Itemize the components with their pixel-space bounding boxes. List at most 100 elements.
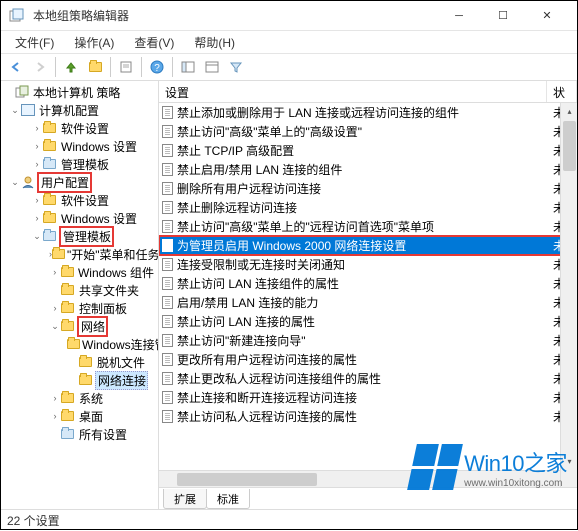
tree-item[interactable]: 脱机文件 bbox=[95, 354, 145, 371]
setting-row[interactable]: 禁止访问私人远程访问连接的属性未 bbox=[159, 407, 577, 426]
policy-icon bbox=[15, 85, 31, 99]
vertical-scrollbar[interactable]: ▴▾ bbox=[560, 103, 577, 487]
setting-icon bbox=[159, 144, 175, 157]
setting-icon bbox=[159, 391, 175, 404]
standard-icon[interactable] bbox=[201, 56, 223, 78]
menu-view[interactable]: 查看(V) bbox=[126, 32, 182, 53]
setting-row[interactable]: 禁止访问 LAN 连接的属性未 bbox=[159, 312, 577, 331]
tab-standard[interactable]: 标准 bbox=[206, 489, 250, 509]
setting-row[interactable]: 启用/禁用 LAN 连接的能力未 bbox=[159, 293, 577, 312]
folder-icon bbox=[61, 319, 77, 333]
folder-icon bbox=[43, 211, 59, 225]
nav-up-button[interactable] bbox=[60, 56, 82, 78]
tree-pane[interactable]: 本地计算机 策略 ⌄计算机配置 ›软件设置 ›Windows 设置 ›管理模板 … bbox=[1, 81, 159, 509]
help-button[interactable]: ? bbox=[146, 56, 168, 78]
close-button[interactable]: ✕ bbox=[525, 2, 569, 30]
setting-label: 为管理员启用 Windows 2000 网络连接设置 bbox=[175, 237, 549, 254]
tree-item[interactable]: 管理模板 bbox=[59, 156, 109, 173]
setting-icon bbox=[159, 182, 175, 195]
menu-help[interactable]: 帮助(H) bbox=[186, 32, 243, 53]
show-tree-button[interactable] bbox=[84, 56, 106, 78]
menu-action[interactable]: 操作(A) bbox=[66, 32, 122, 53]
app-icon bbox=[9, 8, 25, 24]
tree-item[interactable]: Windows 设置 bbox=[59, 138, 137, 155]
settings-list[interactable]: 禁止添加或删除用于 LAN 连接或远程访问连接的组件未禁止访问"高级"菜单上的"… bbox=[159, 103, 577, 487]
folder-icon bbox=[61, 265, 76, 279]
setting-row[interactable]: 禁止删除远程访问连接未 bbox=[159, 198, 577, 217]
folder-icon bbox=[52, 247, 65, 261]
setting-row[interactable]: 禁止启用/禁用 LAN 连接的组件未 bbox=[159, 160, 577, 179]
setting-label: 禁止连接和断开连接远程访问连接 bbox=[175, 389, 549, 406]
tree-item[interactable]: 软件设置 bbox=[59, 120, 109, 137]
setting-label: 禁止 TCP/IP 高级配置 bbox=[175, 142, 549, 159]
setting-row[interactable]: 删除所有用户远程访问连接未 bbox=[159, 179, 577, 198]
horizontal-scrollbar[interactable] bbox=[159, 470, 560, 487]
nav-forward-button bbox=[29, 56, 51, 78]
tree-item[interactable]: 系统 bbox=[77, 390, 103, 407]
folder-icon bbox=[79, 355, 95, 369]
expand-icon[interactable]: ⌄ bbox=[9, 177, 21, 188]
tree-item[interactable]: 共享文件夹 bbox=[77, 282, 139, 299]
setting-row[interactable]: 禁止连接和断开连接远程访问连接未 bbox=[159, 388, 577, 407]
nav-back-button[interactable] bbox=[5, 56, 27, 78]
setting-icon bbox=[159, 372, 175, 385]
setting-row[interactable]: 禁止访问"高级"菜单上的"远程访问首选项"菜单项未 bbox=[159, 217, 577, 236]
setting-row[interactable]: 禁止 TCP/IP 高级配置未 bbox=[159, 141, 577, 160]
setting-row[interactable]: 禁止添加或删除用于 LAN 连接或远程访问连接的组件未 bbox=[159, 103, 577, 122]
setting-label: 启用/禁用 LAN 连接的能力 bbox=[175, 294, 549, 311]
setting-label: 禁止更改私人远程访问连接组件的属性 bbox=[175, 370, 549, 387]
folder-icon bbox=[61, 301, 77, 315]
tree-user-config[interactable]: 用户配置 bbox=[37, 172, 92, 193]
tree-network[interactable]: 网络 bbox=[77, 316, 108, 337]
column-state[interactable]: 状态 bbox=[547, 81, 577, 102]
setting-label: 更改所有用户远程访问连接的属性 bbox=[175, 351, 549, 368]
setting-icon bbox=[159, 106, 175, 119]
folder-icon bbox=[43, 157, 59, 171]
tab-extended[interactable]: 扩展 bbox=[163, 489, 207, 509]
column-setting[interactable]: 设置 bbox=[159, 81, 547, 102]
tree-item[interactable]: Windows 设置 bbox=[59, 210, 137, 227]
tree-item[interactable]: 桌面 bbox=[77, 408, 103, 425]
status-text: 22 个设置 bbox=[7, 512, 60, 529]
setting-icon bbox=[159, 353, 175, 366]
maximize-button[interactable]: ☐ bbox=[481, 2, 525, 30]
setting-row[interactable]: 更改所有用户远程访问连接的属性未 bbox=[159, 350, 577, 369]
properties-button[interactable] bbox=[115, 56, 137, 78]
tree-network-connections[interactable]: 网络连接 bbox=[95, 371, 148, 390]
tree-item[interactable]: Windows 组件 bbox=[76, 264, 154, 281]
user-icon bbox=[21, 175, 37, 189]
setting-label: 禁止访问私人远程访问连接的属性 bbox=[175, 408, 549, 425]
scroll-thumb[interactable] bbox=[563, 121, 576, 171]
setting-row[interactable]: 为管理员启用 Windows 2000 网络连接设置未 bbox=[159, 236, 577, 255]
setting-icon bbox=[159, 220, 175, 233]
folder-icon bbox=[61, 409, 77, 423]
tree-admin-templates[interactable]: 管理模板 bbox=[59, 226, 114, 247]
scroll-thumb[interactable] bbox=[177, 473, 317, 486]
folder-icon bbox=[79, 373, 95, 387]
setting-row[interactable]: 连接受限制或无连接时关闭通知未 bbox=[159, 255, 577, 274]
tree-item[interactable]: Windows连接管理器 bbox=[80, 336, 159, 353]
setting-label: 禁止访问"高级"菜单上的"高级设置" bbox=[175, 123, 549, 140]
tree-computer-config[interactable]: 计算机配置 bbox=[37, 102, 99, 119]
setting-label: 禁止访问 LAN 连接的属性 bbox=[175, 313, 549, 330]
setting-label: 禁止访问 LAN 连接组件的属性 bbox=[175, 275, 549, 292]
folder-icon bbox=[67, 337, 80, 351]
setting-row[interactable]: 禁止访问 LAN 连接组件的属性未 bbox=[159, 274, 577, 293]
computer-icon bbox=[21, 103, 37, 117]
tree-root[interactable]: 本地计算机 策略 bbox=[31, 84, 120, 101]
setting-row[interactable]: 禁止访问"新建连接向导"未 bbox=[159, 331, 577, 350]
minimize-button[interactable]: ─ bbox=[437, 2, 481, 30]
tree-item[interactable]: 控制面板 bbox=[77, 300, 127, 317]
tree-item[interactable]: 软件设置 bbox=[59, 192, 109, 209]
menu-file[interactable]: 文件(F) bbox=[7, 32, 62, 53]
folder-icon bbox=[61, 283, 77, 297]
window-title: 本地组策略编辑器 bbox=[33, 7, 437, 24]
expand-icon[interactable]: ⌄ bbox=[9, 105, 21, 116]
setting-row[interactable]: 禁止访问"高级"菜单上的"高级设置"未 bbox=[159, 122, 577, 141]
setting-row[interactable]: 禁止更改私人远程访问连接组件的属性未 bbox=[159, 369, 577, 388]
filter-button[interactable] bbox=[225, 56, 247, 78]
extended-icon[interactable] bbox=[177, 56, 199, 78]
setting-icon bbox=[159, 296, 175, 309]
tree-item[interactable]: 所有设置 bbox=[77, 426, 127, 443]
tree-item[interactable]: "开始"菜单和任务栏 bbox=[65, 246, 159, 263]
